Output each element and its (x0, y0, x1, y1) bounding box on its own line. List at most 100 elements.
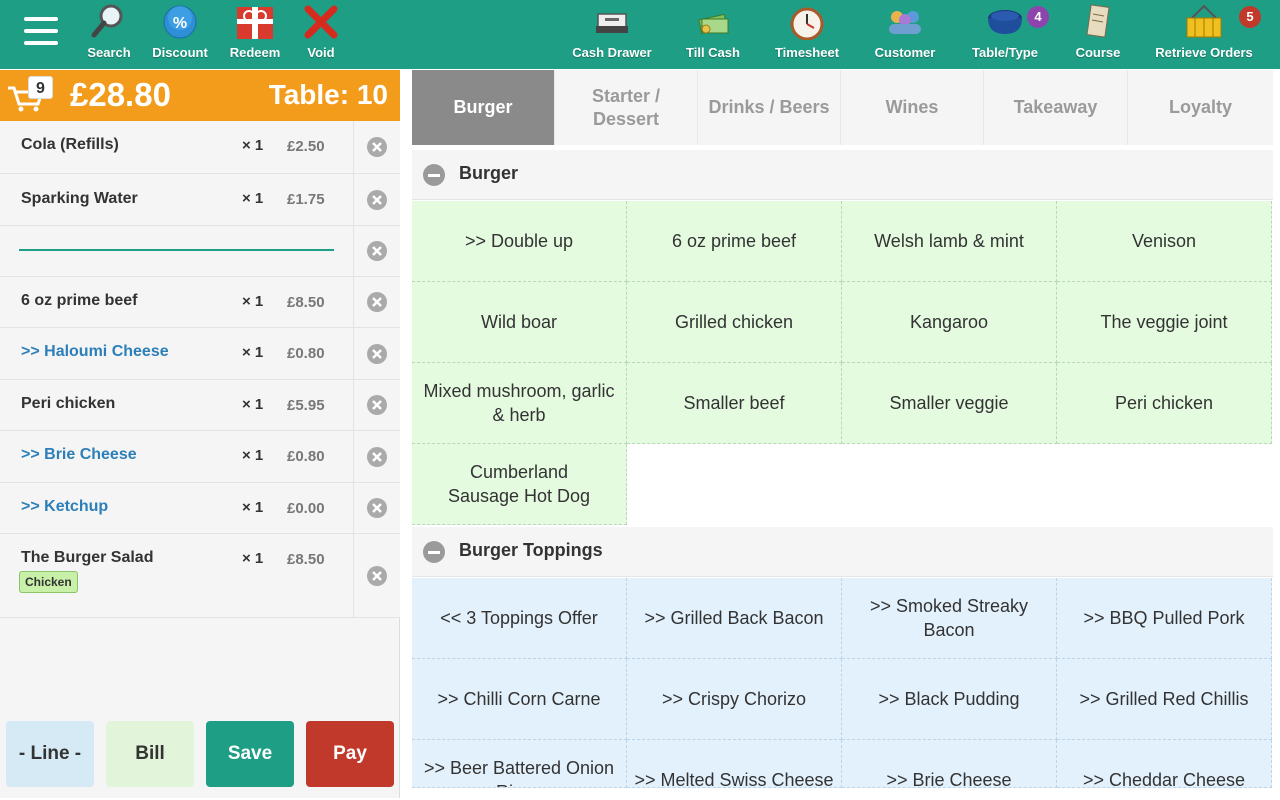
separator-line (19, 249, 334, 251)
remove-item-button[interactable] (353, 534, 400, 617)
till-cash-button[interactable]: Till Cash (684, 0, 742, 69)
collapse-minus-icon[interactable] (423, 164, 445, 186)
cart-count-badge: 9 (28, 76, 53, 99)
till-cash-label: Till Cash (686, 45, 740, 60)
menu-item[interactable]: >> Cheddar Cheese (1057, 740, 1272, 788)
remove-item-button[interactable] (353, 121, 400, 173)
customers-icon (872, 0, 938, 44)
customer-label: Customer (874, 45, 936, 60)
menu-item[interactable]: The veggie joint (1057, 282, 1272, 363)
search-icon (84, 0, 134, 44)
tab-loyalty[interactable]: Loyalty (1128, 70, 1273, 145)
menu-item[interactable]: Cumberland Sausage Hot Dog (412, 444, 627, 525)
menu-item[interactable]: >> Grilled Back Bacon (627, 578, 842, 659)
menu-item[interactable]: >> Double up (412, 201, 627, 282)
order-item[interactable]: The Burger Salad × 1 £8.50 Chicken (0, 534, 400, 618)
line-button[interactable]: - Line - (6, 721, 94, 787)
order-item[interactable]: >> Brie Cheese × 1 £0.80 (0, 431, 400, 483)
basket-icon (1154, 0, 1254, 44)
void-x-icon (300, 0, 342, 44)
tab-burger[interactable]: Burger (412, 70, 555, 145)
top-toolbar: Search % Discount Redeem Void Cash Drawe… (0, 0, 1280, 69)
remove-item-button[interactable] (353, 226, 400, 276)
menu-item[interactable]: >> Beer Battered Onion Rings (412, 740, 627, 788)
menu-item[interactable]: >> Black Pudding (842, 659, 1057, 740)
menu-item[interactable]: Peri chicken (1057, 363, 1272, 444)
section-title: Burger (459, 163, 519, 183)
void-button[interactable]: Void (300, 0, 342, 69)
order-item-price: £1.75 (287, 191, 325, 208)
cash-drawer-label: Cash Drawer (572, 45, 652, 60)
table-type-badge: 4 (1027, 6, 1049, 28)
order-item[interactable]: Cola (Refills) × 1 £2.50 (0, 121, 400, 174)
remove-item-button[interactable] (353, 277, 400, 327)
menu-item[interactable]: Smaller veggie (842, 363, 1057, 444)
remove-circle-icon (367, 241, 387, 261)
remove-item-button[interactable] (353, 174, 400, 225)
order-item-name: The Burger Salad (21, 549, 154, 566)
order-item-qty: × 1 (242, 293, 264, 310)
void-label: Void (307, 45, 335, 60)
tab-starter-dessert[interactable]: Starter / Dessert (555, 70, 698, 145)
retrieve-orders-button[interactable]: Retrieve Orders (1154, 0, 1254, 69)
remove-item-button[interactable] (353, 431, 400, 482)
menu-icon[interactable] (24, 17, 58, 45)
menu-item[interactable]: Mixed mushroom, garlic & herb (412, 363, 627, 444)
remove-item-button[interactable] (353, 328, 400, 379)
tab-wines[interactable]: Wines (841, 70, 984, 145)
order-item[interactable]: Sparking Water × 1 £1.75 (0, 174, 400, 226)
remove-item-button[interactable] (353, 483, 400, 533)
order-item-qty: × 1 (242, 190, 264, 207)
cash-drawer-icon (570, 0, 654, 44)
menu-item[interactable]: Venison (1057, 201, 1272, 282)
table-number[interactable]: Table: 10 (269, 79, 388, 111)
order-item-price: £5.95 (287, 397, 325, 414)
menu-item[interactable]: >> Crispy Chorizo (627, 659, 842, 740)
order-item[interactable]: >> Haloumi Cheese × 1 £0.80 (0, 328, 400, 380)
menu-item[interactable]: Grilled chicken (627, 282, 842, 363)
remove-item-button[interactable] (353, 380, 400, 430)
order-item[interactable]: >> Ketchup × 1 £0.00 (0, 483, 400, 534)
menu-item[interactable]: Wild boar (412, 282, 627, 363)
menu-item[interactable]: >> Brie Cheese (842, 740, 1057, 788)
order-item[interactable]: Peri chicken × 1 £5.95 (0, 380, 400, 431)
course-button[interactable]: Course (1072, 0, 1124, 69)
tab-takeaway[interactable]: Takeaway (984, 70, 1128, 145)
order-separator-line[interactable] (0, 226, 400, 277)
customer-button[interactable]: Customer (872, 0, 938, 69)
remove-circle-icon (367, 292, 387, 312)
menu-item[interactable]: >> Melted Swiss Cheese (627, 740, 842, 788)
menu-item[interactable]: >> Smoked Streaky Bacon (842, 578, 1057, 659)
menu-item[interactable]: Smaller beef (627, 363, 842, 444)
order-item-name: Peri chicken (21, 395, 116, 412)
search-button[interactable]: Search (84, 0, 134, 69)
menu-item[interactable]: >> Chilli Corn Carne (412, 659, 627, 740)
section-header-burger[interactable]: Burger (412, 150, 1273, 200)
order-item-price: £8.50 (287, 551, 325, 568)
menu-item[interactable]: >> BBQ Pulled Pork (1057, 578, 1272, 659)
bill-button[interactable]: Bill (106, 721, 194, 787)
redeem-label: Redeem (229, 45, 281, 60)
money-icon (684, 0, 742, 44)
section-header-burger-toppings[interactable]: Burger Toppings (412, 527, 1273, 577)
cash-drawer-button[interactable]: Cash Drawer (570, 0, 654, 69)
discount-button[interactable]: % Discount (150, 0, 210, 69)
order-items-list: Cola (Refills) × 1 £2.50 Sparking Water … (0, 121, 400, 618)
order-item-qty: × 1 (242, 137, 264, 154)
timesheet-button[interactable]: Timesheet (774, 0, 840, 69)
menu-item[interactable]: << 3 Toppings Offer (412, 578, 627, 659)
order-header: 9 £28.80 Table: 10 (0, 70, 400, 121)
order-item-price: £0.80 (287, 448, 325, 465)
menu-item[interactable]: 6 oz prime beef (627, 201, 842, 282)
redeem-button[interactable]: Redeem (228, 0, 282, 69)
menu-item[interactable]: >> Grilled Red Chillis (1057, 659, 1272, 740)
collapse-minus-icon[interactable] (423, 541, 445, 563)
svg-text:%: % (173, 15, 187, 32)
menu-item[interactable]: Welsh lamb & mint (842, 201, 1057, 282)
order-item[interactable]: 6 oz prime beef × 1 £8.50 (0, 277, 400, 328)
pay-button[interactable]: Pay (306, 721, 394, 787)
menu-item[interactable]: Kangaroo (842, 282, 1057, 363)
tab-drinks-beers[interactable]: Drinks / Beers (698, 70, 841, 145)
order-item-qty: × 1 (242, 447, 264, 464)
save-button[interactable]: Save (206, 721, 294, 787)
